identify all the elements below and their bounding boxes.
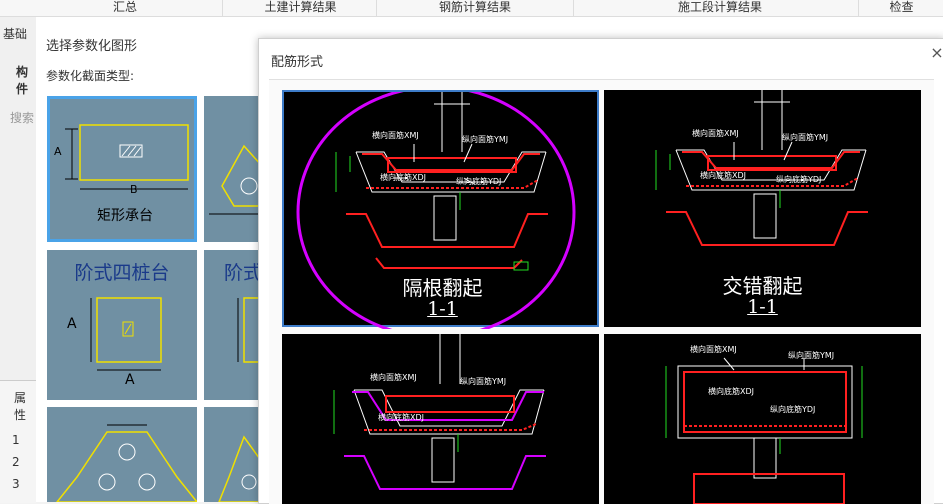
rebar-options-grid: 横向面筋XMJ 纵向面筋YMJ 横向底筋XDJ 纵向底筋YDJ 隔根翻起 1-1 [269, 79, 934, 504]
rebar-dialog-title: 配筋形式 [271, 55, 324, 70]
tab-rebar-results[interactable]: 钢筋计算结果 [380, 0, 570, 16]
label-top-y: 纵向面筋YMJ [788, 351, 835, 360]
label-bot-x: 横向底筋XDJ [708, 387, 754, 396]
tab-civil-results[interactable]: 土建计算结果 [228, 0, 373, 16]
property-header: 属性 [14, 391, 27, 422]
property-panel: 属性 1 2 3 [0, 380, 36, 503]
rebar-section-drawing [665, 357, 863, 504]
shape-stepped-partial[interactable]: 阶式 [204, 250, 262, 400]
shape-stepped-four-pile[interactable]: 阶式四桩台 A A [47, 250, 197, 400]
label-bot-x: 横向底筋XDJ [380, 173, 426, 182]
dim-a-label: A [67, 316, 77, 332]
label-top-y: 纵向面筋YMJ [460, 377, 507, 386]
sidebar-tab-foundation[interactable]: 基础 [3, 25, 27, 42]
rebar-form-dialog: 配筋形式 × 横向面筋XMJ 纵向面筋YMJ 横向底筋XDJ 纵向底筋YDJ 隔… [258, 38, 943, 504]
shape-rect-pilecap[interactable]: A B 矩形承台 [47, 96, 197, 242]
tab-check[interactable]: 检查 [860, 0, 943, 16]
label-bot-y: 纵向底筋YDJ [776, 175, 822, 184]
dim-a2-label: A [125, 372, 135, 388]
property-row-2[interactable]: 2 [12, 455, 20, 469]
shape-hex-partial[interactable] [204, 407, 262, 502]
section-label: 1-1 [427, 298, 458, 320]
param-dialog-title: 选择参数化图形 [46, 39, 138, 54]
label-top-x: 横向面筋XMJ [370, 373, 417, 382]
label-top-y: 纵向面筋YMJ [462, 135, 509, 144]
rebar-section-drawing [333, 334, 546, 490]
label-bot-y: 纵向底筋YDJ [770, 405, 816, 414]
option-label: 交错翻起 [722, 274, 803, 298]
label-top-x: 横向面筋XMJ [690, 345, 737, 354]
top-tab-bar: 汇总 土建计算结果 钢筋计算结果 施工段计算结果 检查 [0, 0, 943, 17]
close-icon[interactable]: × [930, 45, 943, 61]
property-row-1[interactable]: 1 [12, 433, 20, 447]
property-row-3[interactable]: 3 [12, 477, 20, 491]
rebar-option-alternate-bent[interactable]: 横向面筋XMJ 纵向面筋YMJ 横向底筋XDJ 纵向底筋YDJ 隔根翻起 1-1 [282, 90, 599, 329]
tab-summary[interactable]: 汇总 [60, 0, 190, 16]
rebar-option-3[interactable]: 横向面筋XMJ 纵向面筋YMJ 横向底筋XDJ [282, 334, 599, 504]
label-top-x: 横向面筋XMJ [372, 131, 419, 140]
shape-pentagon-pilecap[interactable] [204, 96, 262, 242]
param-dialog-subtitle: 参数化截面类型: [46, 69, 135, 83]
component-header: 构件 [16, 65, 29, 96]
dim-a-label: A [54, 145, 62, 158]
label-bot-x: 横向底筋XDJ [700, 171, 746, 180]
rebar-option-4[interactable]: 横向面筋XMJ 纵向面筋YMJ 横向底筋XDJ 纵向底筋YDJ [604, 334, 921, 504]
dim-b-label: B [130, 183, 138, 196]
label-bot-x: 横向底筋XDJ [378, 413, 424, 422]
label-bot-y: 纵向底筋YDJ [456, 177, 502, 186]
section-label: 1-1 [747, 296, 778, 318]
rebar-option-staggered-bent[interactable]: 横向面筋XMJ 纵向面筋YMJ 横向底筋XDJ 纵向底筋YDJ 交错翻起 1-1 [604, 90, 921, 327]
label-top-y: 纵向面筋YMJ [782, 133, 829, 142]
option-label: 隔根翻起 [402, 276, 483, 300]
search-input[interactable]: 搜索 [10, 109, 34, 126]
tab-stage-results[interactable]: 施工段计算结果 [590, 0, 850, 16]
label-top-x: 横向面筋XMJ [692, 129, 739, 138]
shape-hex-pilecap[interactable] [47, 407, 197, 502]
shape-label: 矩形承台 [97, 208, 153, 224]
